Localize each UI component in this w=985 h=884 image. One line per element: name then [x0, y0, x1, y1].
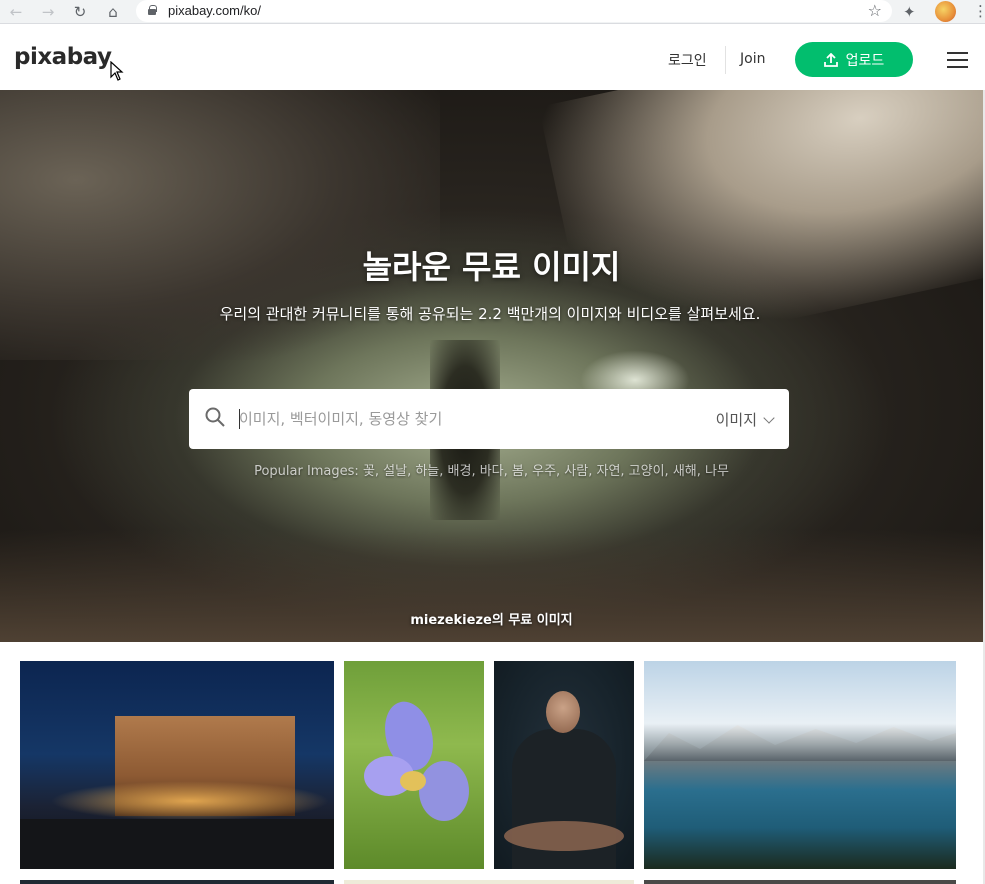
- extensions-icon[interactable]: ✦: [903, 3, 916, 21]
- image-thumbnail[interactable]: [20, 661, 334, 869]
- site-header: pixabay 로그인 Join 업로드: [0, 30, 985, 90]
- image-thumbnail[interactable]: [494, 661, 634, 869]
- image-thumbnail[interactable]: [644, 880, 956, 884]
- address-bar[interactable]: pixabay.com/ko/ ☆: [136, 0, 892, 22]
- hero-subtitle: 우리의 관대한 커뮤니티를 통해 공유되는 2.2 백만개의 이미지와 비디오를…: [219, 305, 761, 323]
- forward-icon[interactable]: →: [38, 2, 58, 22]
- image-thumbnail[interactable]: [344, 880, 634, 884]
- more-icon[interactable]: ⋮: [973, 2, 985, 20]
- hero-banner: 놀라운 무료 이미지 우리의 관대한 커뮤니티를 통해 공유되는 2.2 백만개…: [0, 90, 983, 642]
- header-divider: [725, 46, 726, 74]
- back-icon[interactable]: ←: [6, 2, 26, 22]
- mouse-cursor-icon: [110, 61, 124, 81]
- home-icon[interactable]: ⌂: [103, 2, 123, 22]
- star-icon[interactable]: ☆: [868, 1, 882, 20]
- image-thumbnail[interactable]: [20, 880, 334, 884]
- chevron-down-icon: [763, 411, 775, 424]
- browser-toolbar: ← → ↻ ⌂ pixabay.com/ko/ ☆ ✦ ⋮: [0, 0, 985, 24]
- reload-icon[interactable]: ↻: [70, 2, 90, 22]
- search-input[interactable]: [239, 407, 669, 431]
- login-link[interactable]: 로그인: [668, 50, 707, 70]
- hero-title: 놀라운 무료 이미지: [362, 248, 621, 286]
- upload-button[interactable]: 업로드: [795, 42, 913, 77]
- image-thumbnail[interactable]: [644, 661, 956, 869]
- profile-avatar[interactable]: [935, 1, 956, 22]
- upload-icon: [823, 52, 838, 67]
- search-bar: 이미지: [189, 389, 789, 449]
- hero-credit[interactable]: miezekieze의 무료 이미지: [0, 609, 983, 628]
- pixabay-logo[interactable]: pixabay: [14, 44, 112, 70]
- upload-label: 업로드: [845, 52, 885, 69]
- search-type-select[interactable]: 이미지: [715, 409, 775, 430]
- image-thumbnail[interactable]: [344, 661, 484, 869]
- search-type-label: 이미지: [715, 411, 757, 429]
- join-link[interactable]: Join: [740, 51, 765, 67]
- url-text[interactable]: pixabay.com/ko/: [168, 3, 261, 18]
- lock-icon[interactable]: [148, 5, 157, 15]
- menu-icon[interactable]: [947, 52, 968, 68]
- search-icon[interactable]: [205, 407, 225, 427]
- popular-searches[interactable]: Popular Images: 꽃, 설날, 하늘, 배경, 바다, 봄, 우주…: [0, 460, 983, 479]
